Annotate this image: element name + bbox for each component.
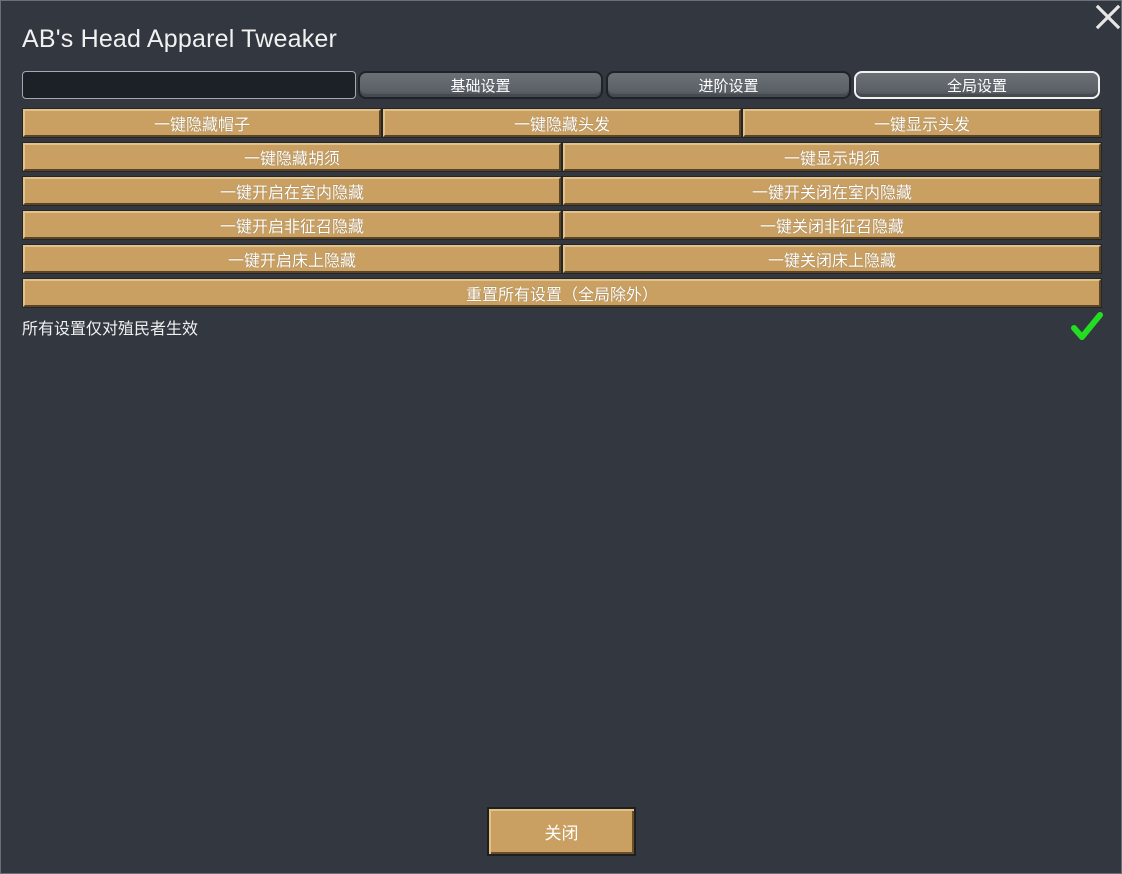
tab-basic-settings[interactable]: 基础设置 (358, 71, 603, 99)
button-label: 一键关闭床上隐藏 (767, 251, 896, 270)
hide-hats-button[interactable]: 一键隐藏帽子 (22, 108, 382, 138)
show-hair-button[interactable]: 一键显示头发 (742, 108, 1102, 138)
button-label: 一键隐藏胡须 (243, 149, 340, 168)
disable-bed-hide-button[interactable]: 一键关闭床上隐藏 (562, 244, 1102, 274)
button-label: 一键显示胡须 (783, 149, 880, 168)
enable-undrafted-hide-button[interactable]: 一键开启非征召隐藏 (22, 210, 562, 240)
tab-label: 进阶设置 (698, 76, 759, 95)
close-icon[interactable] (1094, 3, 1122, 31)
disable-undrafted-hide-button[interactable]: 一键关闭非征召隐藏 (562, 210, 1102, 240)
button-label: 重置所有设置（全局除外） (465, 285, 658, 304)
window-title: AB's Head Apparel Tweaker (22, 25, 338, 53)
enable-bed-hide-button[interactable]: 一键开启床上隐藏 (22, 244, 562, 274)
button-label: 一键开启在室内隐藏 (219, 183, 364, 202)
tab-label: 基础设置 (450, 76, 511, 95)
enable-indoor-hide-button[interactable]: 一键开启在室内隐藏 (22, 176, 562, 206)
tab-label: 全局设置 (946, 76, 1007, 95)
colonists-only-label: 所有设置仅对殖民者生效 (22, 319, 199, 338)
hide-hair-button[interactable]: 一键隐藏头发 (382, 108, 742, 138)
hide-beard-button[interactable]: 一键隐藏胡须 (22, 142, 562, 172)
reset-all-button[interactable]: 重置所有设置（全局除外） (22, 278, 1102, 308)
tab-global-settings[interactable]: 全局设置 (854, 71, 1100, 99)
close-button-label: 关闭 (544, 824, 579, 844)
button-label: 一键隐藏头发 (513, 115, 610, 134)
colonists-only-checkbox[interactable] (1071, 311, 1103, 341)
tab-advanced-settings[interactable]: 进阶设置 (606, 71, 851, 99)
button-label: 一键关闭非征召隐藏 (759, 217, 904, 236)
button-label: 一键开启床上隐藏 (227, 251, 356, 270)
close-button[interactable]: 关闭 (487, 807, 636, 856)
show-beard-button[interactable]: 一键显示胡须 (562, 142, 1102, 172)
checkmark-icon (1071, 312, 1103, 340)
settings-window: AB's Head Apparel Tweaker 基础设置 进阶设置 全局设置… (0, 0, 1122, 874)
button-label: 一键显示头发 (873, 115, 970, 134)
search-input[interactable] (22, 71, 356, 99)
button-label: 一键隐藏帽子 (153, 115, 250, 134)
button-label: 一键开启非征召隐藏 (219, 217, 364, 236)
disable-indoor-hide-button[interactable]: 一键开关闭在室内隐藏 (562, 176, 1102, 206)
button-label: 一键开关闭在室内隐藏 (751, 183, 912, 202)
